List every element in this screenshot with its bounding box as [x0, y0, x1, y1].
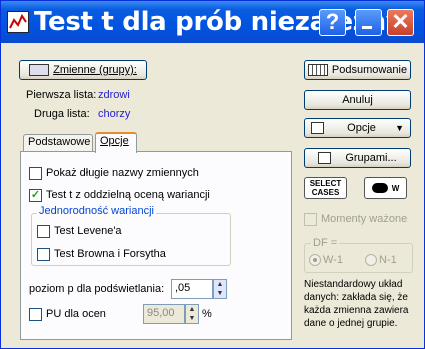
by-groups-button[interactable]: Grupami... — [304, 148, 411, 168]
by-groups-icon — [318, 152, 332, 164]
options-button-label: Opcje — [347, 122, 376, 134]
help-icon: ? — [325, 9, 340, 34]
variables-icon — [29, 64, 50, 76]
dropdown-arrow-icon: ▼ — [395, 123, 404, 133]
summary-button-label: Podsumowanie — [331, 64, 408, 76]
summary-icon — [307, 64, 328, 76]
app-icon[interactable] — [7, 11, 29, 33]
spin-up-icon: ▲ — [216, 281, 224, 288]
pu-checkbox[interactable] — [29, 308, 42, 321]
weighted-moments-checkbox[interactable] — [304, 213, 317, 226]
tab-podstawowe-label: Podstawowe — [28, 136, 91, 148]
pu-value: 95,00 — [147, 307, 175, 319]
cancel-button[interactable]: Anuluj — [304, 90, 411, 110]
weight-label: W — [391, 183, 400, 193]
minimize-button[interactable] — [355, 9, 382, 36]
levene-label: Test Levene'a — [54, 225, 122, 237]
data-layout-note: Niestandardowy układ danych: zakłada się… — [304, 279, 409, 329]
cancel-button-label: Anuluj — [342, 94, 373, 106]
help-button[interactable]: ? — [319, 9, 346, 36]
df-radio-w1[interactable] — [309, 254, 321, 266]
first-list-label: Pierwsza lista: — [26, 89, 97, 101]
spin-down-icon: ▼ — [188, 315, 196, 322]
p-level-value: ,05 — [175, 282, 191, 294]
weighted-moments-label: Momenty ważone — [321, 213, 408, 225]
df-title: DF = — [311, 237, 340, 249]
p-level-label: poziom p dla podświetlania: — [29, 283, 165, 295]
homogeneity-title: Jednorodność wariancji — [37, 205, 156, 217]
select-cases-button[interactable]: SELECT CASES — [304, 177, 347, 199]
tab-opcje-label: Opcje — [100, 135, 129, 147]
weight-icon — [371, 183, 388, 193]
levene-checkbox[interactable] — [37, 225, 50, 238]
variables-button-label: Zmienne (grupy): — [53, 64, 137, 76]
brown-forsyth-checkbox[interactable] — [37, 248, 50, 261]
select-cases-label: SELECT CASES — [309, 179, 342, 197]
separate-variance-label: Test t z oddzielną oceną wariancji — [46, 189, 210, 201]
check-icon: ✓ — [30, 189, 41, 201]
separate-variance-checkbox[interactable]: ✓ — [29, 189, 42, 202]
df-radio-n1[interactable] — [365, 254, 377, 266]
minimize-icon — [362, 26, 372, 29]
variables-button[interactable]: Zmienne (grupy): — [19, 60, 147, 80]
by-groups-button-label: Grupami... — [345, 152, 397, 164]
tab-podstawowe[interactable]: Podstawowe — [23, 134, 93, 151]
second-list-label: Druga lista: — [34, 108, 90, 120]
close-button[interactable]: ✕ — [387, 9, 414, 36]
tab-opcje[interactable]: Opcje — [95, 132, 137, 153]
df-option-n1: N-1 — [379, 254, 397, 266]
first-list-value: zdrowi — [98, 89, 130, 101]
long-names-checkbox[interactable] — [29, 167, 42, 180]
options-button[interactable]: Opcje ▼ — [304, 118, 411, 138]
pu-unit: % — [202, 308, 212, 320]
pu-input[interactable]: 95,00 — [143, 304, 185, 324]
long-names-label: Pokaż długie nazwy zmiennych — [46, 167, 199, 179]
second-list-value: chorzy — [98, 108, 131, 120]
spin-down-icon: ▼ — [216, 290, 224, 297]
window-title: Test t dla prób niezależny — [34, 7, 403, 37]
dialog-window: Test t dla prób niezależny ? ✕ Zmienne (… — [0, 0, 425, 349]
close-icon: ✕ — [391, 9, 410, 34]
weight-button[interactable]: W — [364, 177, 407, 199]
options-icon — [311, 122, 324, 134]
title-bar[interactable]: Test t dla prób niezależny ? ✕ — [1, 1, 424, 43]
brown-forsyth-label: Test Browna i Forsytha — [54, 248, 166, 260]
df-option-w1: W-1 — [323, 254, 343, 266]
pu-label: PU dla ocen — [46, 308, 106, 320]
spin-up-icon: ▲ — [188, 306, 196, 313]
pu-spinner[interactable]: ▲ ▼ — [185, 304, 199, 324]
p-level-spinner[interactable]: ▲ ▼ — [213, 279, 227, 299]
summary-button[interactable]: Podsumowanie — [304, 60, 411, 80]
p-level-input[interactable]: ,05 — [171, 279, 213, 299]
